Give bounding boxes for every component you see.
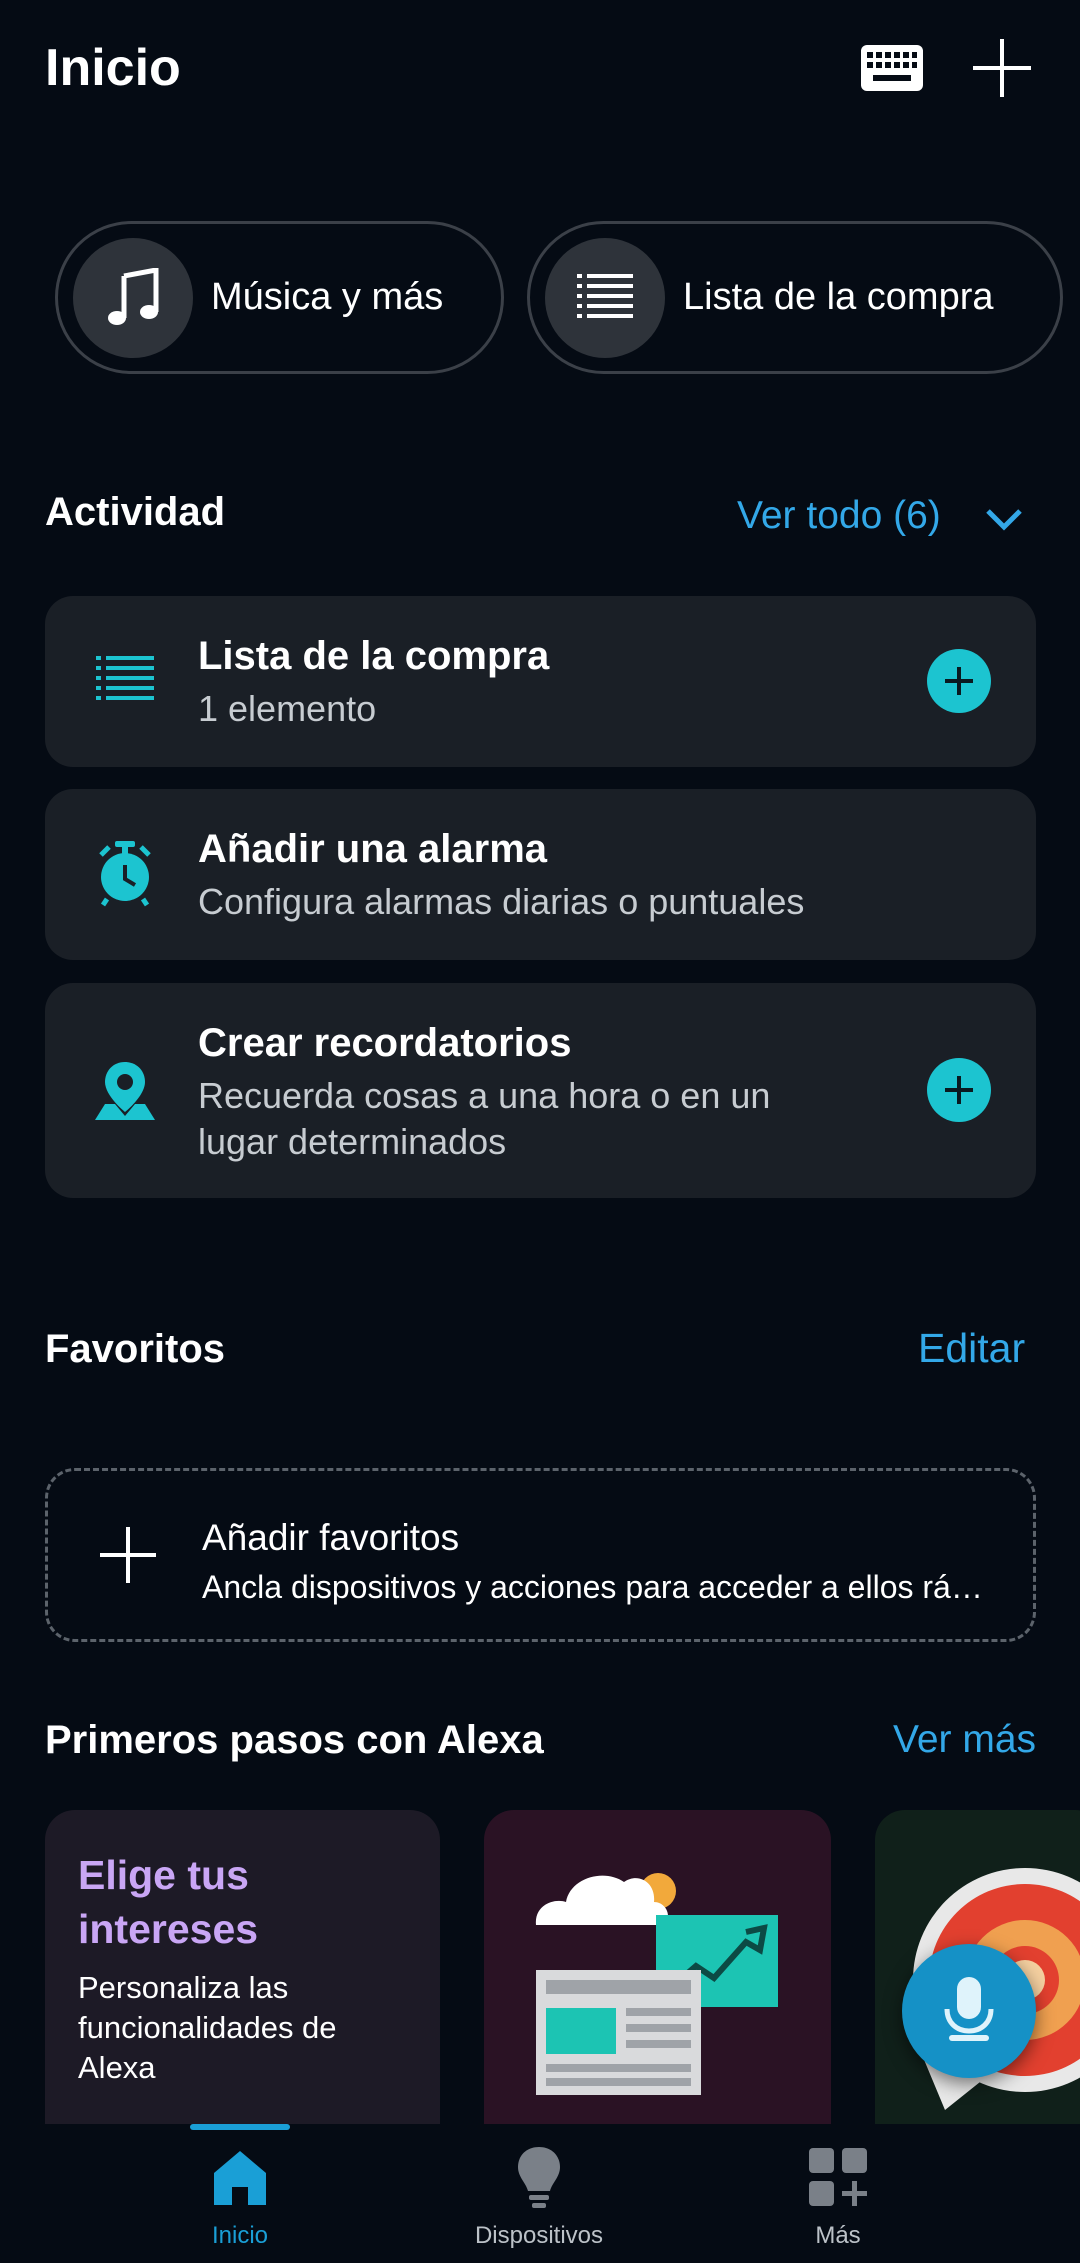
music-pill[interactable]: Música y más bbox=[55, 221, 504, 374]
app-header: Inicio bbox=[0, 0, 1080, 140]
plus-icon bbox=[945, 667, 973, 695]
home-icon bbox=[205, 2142, 275, 2212]
activity-card-shopping-list[interactable]: Lista de la compra 1 elemento bbox=[45, 596, 1036, 767]
music-pill-label: Música y más bbox=[211, 276, 444, 318]
nav-label-more: Más bbox=[815, 2222, 861, 2249]
keyboard-icon bbox=[861, 45, 923, 91]
card-title: Añadir una alarma bbox=[198, 827, 548, 871]
add-button[interactable] bbox=[962, 32, 1042, 104]
bottom-nav: Inicio Dispositivos Más bbox=[0, 2124, 1080, 2263]
nav-label-home: Inicio bbox=[211, 2222, 269, 2249]
lightbulb-icon bbox=[504, 2142, 574, 2212]
see-more-link[interactable]: Ver más bbox=[893, 1718, 1036, 1762]
favorites-title: Favoritos bbox=[45, 1327, 226, 1371]
news-card[interactable] bbox=[484, 1810, 831, 2125]
view-all-link[interactable]: Ver todo (6) bbox=[737, 494, 941, 538]
plus-icon bbox=[973, 39, 1031, 97]
activity-title: Actividad bbox=[45, 490, 226, 534]
card-subtitle: 1 elemento bbox=[198, 688, 377, 729]
interests-card-description: Personaliza las funcionalidades de Alexa bbox=[78, 1970, 337, 2085]
active-tab-indicator bbox=[190, 2124, 290, 2130]
microphone-icon bbox=[944, 1977, 994, 2041]
keyboard-button[interactable] bbox=[852, 32, 932, 104]
nav-item-devices[interactable]: Dispositivos bbox=[429, 2142, 649, 2262]
interests-card[interactable]: Elige tus intereses Personaliza las func… bbox=[45, 1810, 440, 2125]
edit-favorites-link[interactable]: Editar bbox=[918, 1325, 1025, 1372]
nav-item-home[interactable]: Inicio bbox=[130, 2142, 350, 2262]
activity-card-reminders[interactable]: Crear recordatorios Recuerda cosas a una… bbox=[45, 983, 1036, 1198]
add-reminder-button[interactable] bbox=[927, 1058, 991, 1122]
add-item-button[interactable] bbox=[927, 649, 991, 713]
card-title: Lista de la compra bbox=[198, 634, 550, 678]
activity-card-alarm[interactable]: Añadir una alarma Configura alarmas diar… bbox=[45, 789, 1036, 960]
add-favorites-title: Añadir favoritos bbox=[202, 1517, 460, 1558]
card-subtitle: Configura alarmas diarias o puntuales bbox=[198, 881, 805, 922]
getting-started-title: Primeros pasos con Alexa bbox=[45, 1718, 544, 1762]
news-weather-illustration bbox=[535, 1873, 778, 2095]
list-icon bbox=[85, 641, 165, 721]
list-icon bbox=[545, 237, 665, 358]
alexa-mic-button[interactable] bbox=[902, 1944, 1036, 2078]
shopping-list-pill[interactable]: Lista de la compra bbox=[527, 221, 1063, 374]
page-title: Inicio bbox=[45, 39, 181, 97]
card-title: Crear recordatorios bbox=[198, 1021, 572, 1065]
plus-icon bbox=[100, 1527, 156, 1583]
music-note-icon bbox=[73, 237, 193, 358]
alarm-clock-icon bbox=[85, 834, 165, 914]
interests-card-title: Elige tus intereses bbox=[78, 1852, 259, 1952]
grid-plus-icon bbox=[803, 2142, 873, 2212]
plus-icon bbox=[945, 1076, 973, 1104]
nav-label-devices: Dispositivos bbox=[474, 2222, 604, 2249]
add-favorites-subtitle: Ancla dispositivos y acciones para acced… bbox=[202, 1569, 983, 1605]
card-subtitle: Recuerda cosas a una hora o en un lugar … bbox=[198, 1075, 771, 1162]
nav-item-more[interactable]: Más bbox=[728, 2142, 948, 2262]
add-favorites-card[interactable]: Añadir favoritos Ancla dispositivos y ac… bbox=[45, 1468, 1036, 1642]
shopping-list-pill-label: Lista de la compra bbox=[683, 276, 994, 318]
location-pin-icon bbox=[85, 1051, 165, 1131]
chevron-down-icon[interactable] bbox=[984, 505, 1024, 535]
